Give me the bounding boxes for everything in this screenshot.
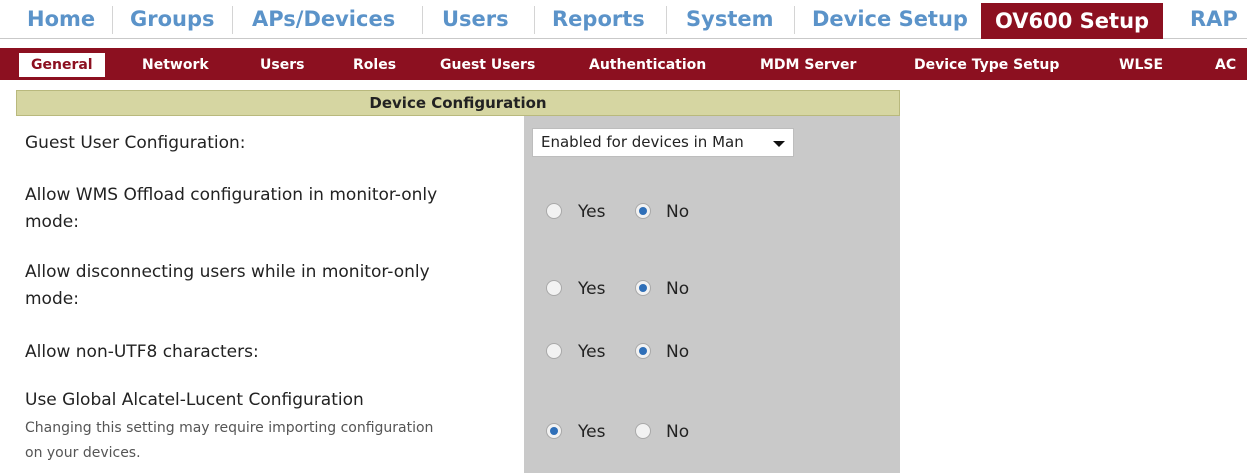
non-utf8-label: Allow non-UTF8 characters: [25,342,259,362]
wms-offload-no-radio[interactable] [635,203,651,219]
tab-users[interactable]: Users [442,2,509,36]
tab-system[interactable]: System [686,2,773,36]
wms-offload-yes-radio[interactable] [546,203,562,219]
disconnect-users-yes-radio[interactable] [546,280,562,296]
subtab-roles[interactable]: Roles [353,48,396,80]
disconnect-users-label-line1: Allow disconnecting users while in monit… [25,262,430,282]
subtab-guest-users[interactable]: Guest Users [440,48,535,80]
non-utf8-no-radio[interactable] [635,343,651,359]
tab-separator [112,6,113,34]
tab-home[interactable]: Home [27,2,95,36]
wms-offload-label-line1: Allow WMS Offload configuration in monit… [25,185,438,205]
subtab-mdm-server[interactable]: MDM Server [760,48,856,80]
top-navigation: Home Groups APs/Devices Users Reports Sy… [0,0,1247,39]
global-config-help-line2: on your devices. [25,445,141,461]
non-utf8-yes-label: Yes [578,342,606,362]
tab-separator [794,6,795,34]
global-config-no-radio[interactable] [635,423,651,439]
wms-offload-radio-group: Yes No [546,199,690,225]
disconnect-users-no-radio[interactable] [635,280,651,296]
subtab-ac[interactable]: AC [1215,48,1236,80]
global-config-no-label: No [666,422,690,442]
global-config-help-line1: Changing this setting may require import… [25,420,434,436]
guest-user-config-select[interactable]: Enabled for devices in Man [532,128,794,157]
global-config-label: Use Global Alcatel-Lucent Configuration [25,390,364,410]
guest-user-config-value: Enabled for devices in Man [541,133,744,151]
disconnect-users-yes-label: Yes [578,279,606,299]
tab-device-setup[interactable]: Device Setup [812,2,968,36]
non-utf8-radio-group: Yes No [546,339,690,365]
tab-ov600-setup[interactable]: OV600 Setup [981,3,1164,39]
disconnect-users-no-label: No [666,279,690,299]
wms-offload-no-label: No [666,202,690,222]
tab-separator [534,6,535,34]
panel-title: Device Configuration [16,90,900,116]
non-utf8-no-label: No [666,342,690,362]
tab-reports[interactable]: Reports [552,2,645,36]
wms-offload-yes-label: Yes [578,202,606,222]
subtab-users[interactable]: Users [260,48,304,80]
wms-offload-label-line2: mode: [25,212,79,232]
subtab-wlse[interactable]: WLSE [1119,48,1163,80]
subtab-device-type-setup[interactable]: Device Type Setup [914,48,1059,80]
disconnect-users-label-line2: mode: [25,289,79,309]
tab-rap[interactable]: RAP [1190,2,1238,36]
global-config-yes-label: Yes [578,422,606,442]
global-config-radio-group: Yes No [546,419,690,445]
global-config-yes-radio[interactable] [546,423,562,439]
non-utf8-yes-radio[interactable] [546,343,562,359]
tab-separator [232,6,233,34]
subtab-general[interactable]: General [19,53,105,77]
disconnect-users-radio-group: Yes No [546,276,690,302]
subtab-network[interactable]: Network [142,48,209,80]
tab-separator [422,6,423,34]
sub-navigation: General Network Users Roles Guest Users … [0,48,1247,80]
guest-user-config-label: Guest User Configuration: [25,133,246,153]
chevron-down-icon [773,141,785,147]
tab-groups[interactable]: Groups [130,2,215,36]
tab-separator [666,6,667,34]
subtab-authentication[interactable]: Authentication [589,48,706,80]
tab-aps-devices[interactable]: APs/Devices [252,2,395,36]
